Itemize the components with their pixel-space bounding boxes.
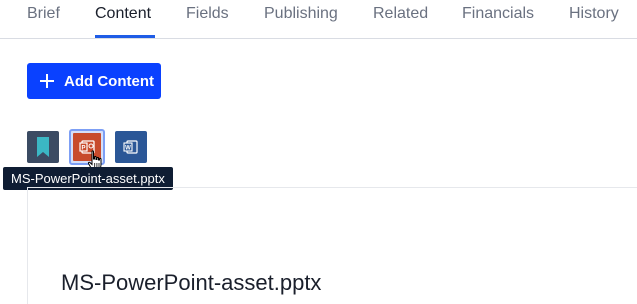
svg-text:W: W (125, 146, 131, 152)
bookmark-icon (37, 137, 49, 157)
tab-brief[interactable]: Brief (27, 4, 60, 34)
tab-content[interactable]: Content (95, 4, 151, 34)
tab-related[interactable]: Related (373, 4, 428, 34)
plus-icon (40, 74, 54, 88)
content-page: Brief Content Fields Publishing Related … (0, 0, 637, 304)
preview-divider (27, 187, 637, 188)
add-content-button[interactable]: Add Content (27, 63, 161, 99)
asset-bookmark[interactable] (27, 131, 59, 163)
add-content-label: Add Content (64, 72, 154, 90)
tab-bar: Brief Content Fields Publishing Related … (0, 0, 637, 39)
preview-title: MS-PowerPoint-asset.pptx (61, 270, 322, 295)
asset-word[interactable]: W (115, 131, 147, 163)
active-tab-indicator (95, 35, 155, 38)
tab-publishing[interactable]: Publishing (264, 4, 338, 34)
tab-financials[interactable]: Financials (462, 4, 534, 34)
tab-history[interactable]: History (569, 4, 619, 34)
tab-fields[interactable]: Fields (186, 4, 229, 34)
preview-border (27, 187, 28, 304)
svg-text:P: P (81, 146, 85, 152)
word-file-icon: W (123, 140, 138, 154)
